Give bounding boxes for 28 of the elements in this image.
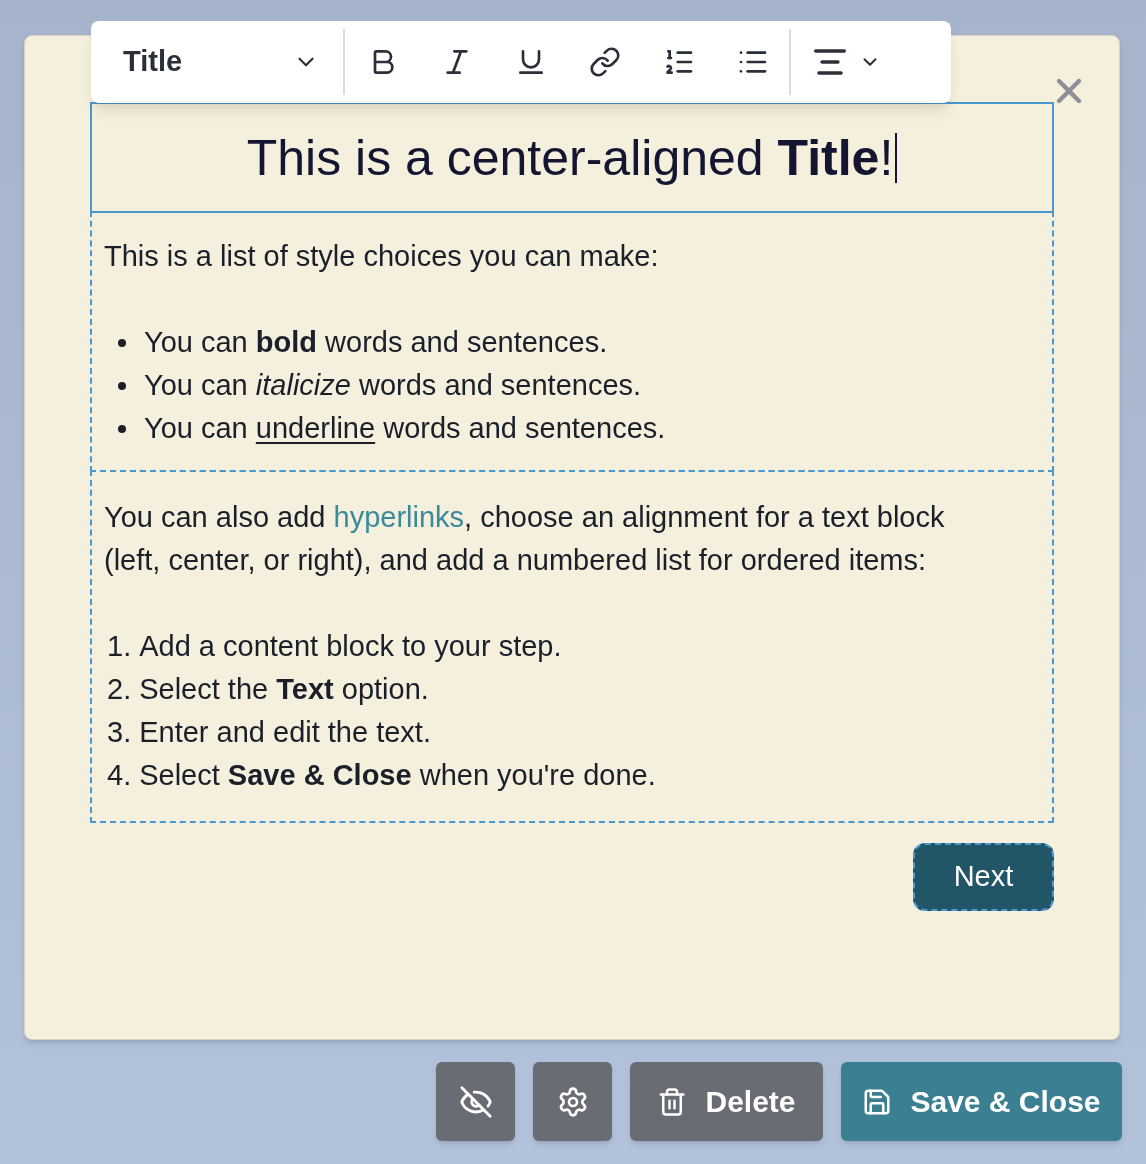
next-button[interactable]: Next	[913, 843, 1054, 911]
list-number: 3.	[107, 715, 132, 750]
eye-off-icon	[458, 1084, 493, 1119]
list-item: Enter and edit the text.	[139, 715, 431, 750]
block-style-dropdown[interactable]: Title	[91, 31, 343, 93]
list-item: Add a content block to your step.	[139, 629, 562, 664]
bullet	[118, 382, 126, 390]
list-item: Select Save & Close when you're done.	[139, 758, 656, 793]
list-item: You can bold words and sentences.	[144, 325, 608, 360]
hide-button[interactable]	[436, 1062, 515, 1141]
title-text: This is a center-aligned Title!	[246, 132, 898, 183]
text-block[interactable]	[90, 470, 1054, 823]
bullet	[118, 425, 126, 433]
title-block[interactable]: This is a center-aligned Title!	[90, 102, 1054, 213]
text-block[interactable]: This is a list of style choices you can make: You can bold words and sentences. You can italicize words and sentences. You can underline words and sentences.	[90, 211, 1054, 472]
link-icon	[589, 46, 621, 78]
paragraph: This is a list of style choices you can make:	[104, 239, 660, 274]
delete-button[interactable]: Delete	[630, 1062, 823, 1141]
list-item: You can underline words and sentences.	[144, 411, 666, 446]
list-number: 2.	[107, 672, 132, 707]
save-close-button[interactable]: Save & Close	[841, 1062, 1122, 1141]
list-item: You can italicize words and sentences.	[144, 368, 642, 403]
list-item: Select the Text option.	[139, 672, 429, 707]
settings-button[interactable]	[533, 1062, 612, 1141]
paragraph: You can also add hyperlinks, choose an alignment for a text block (left, center, or right), and add a numbered list for ordered items:	[104, 500, 946, 578]
list-number: 4.	[107, 758, 132, 793]
list-number: 1.	[107, 629, 132, 664]
bullet	[118, 339, 126, 347]
